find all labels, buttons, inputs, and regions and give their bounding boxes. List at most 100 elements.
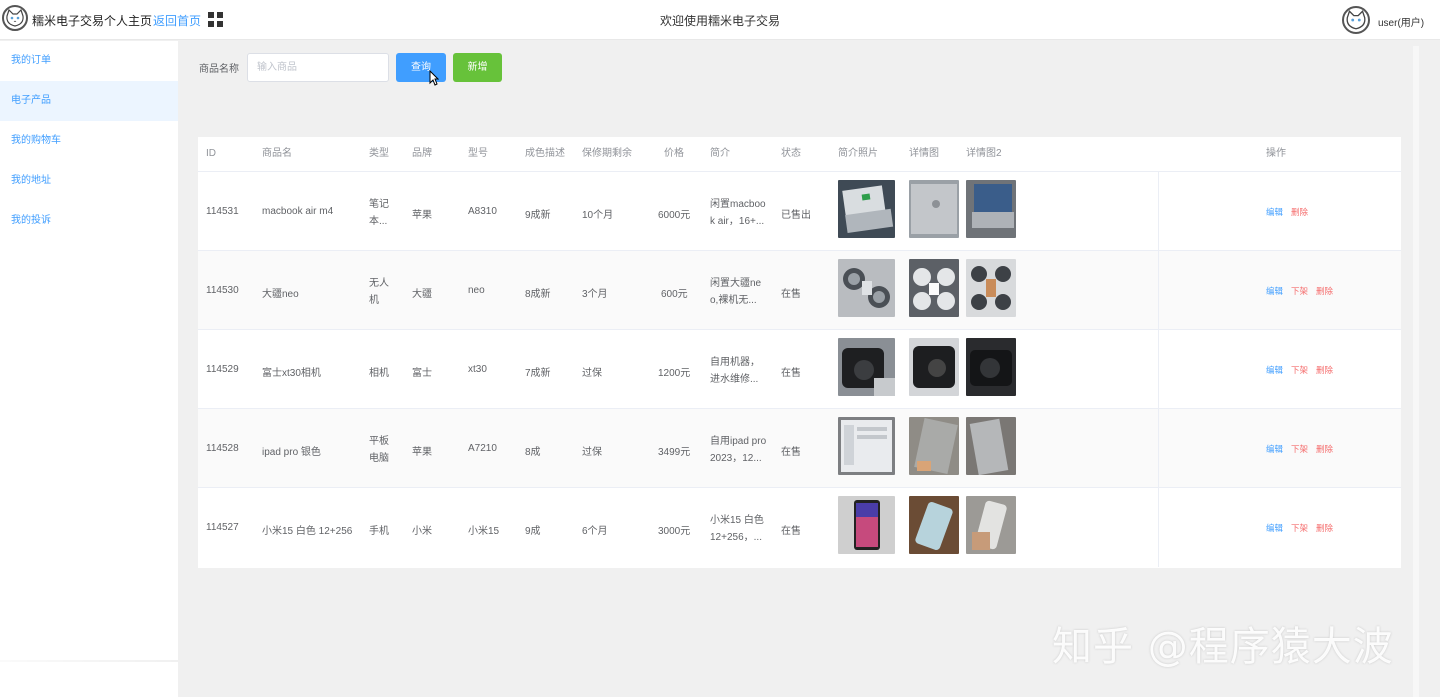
product-photo[interactable] (838, 417, 895, 475)
detail2-photo[interactable] (966, 180, 1016, 238)
off-shelf-link[interactable]: 下架 (1291, 285, 1308, 297)
sidebar-item-orders[interactable]: 我的订单 (0, 41, 178, 81)
cell-intro: 小米15 白色 12+256，... (710, 515, 764, 543)
cell-id: 114530 (206, 285, 239, 296)
cell-id: 114528 (206, 443, 239, 454)
header-name: 商品名 (262, 148, 292, 159)
off-shelf-link[interactable]: 下架 (1291, 443, 1308, 455)
edit-link[interactable]: 编辑 (1266, 443, 1283, 455)
header-model: 型号 (468, 148, 488, 159)
cell-condition: 8成新 (525, 289, 551, 300)
cell-type: 手机 (369, 526, 389, 537)
detail2-photo[interactable] (966, 338, 1016, 396)
cell-name: macbook air m4 (262, 206, 334, 217)
header-detail: 详情图 (909, 148, 939, 159)
search-label: 商品名称 (199, 64, 239, 75)
cell-model: A7210 (468, 443, 497, 454)
watermark: 知乎 @程序猿大波 (1052, 624, 1394, 670)
sidebar-item-address[interactable]: 我的地址 (0, 161, 178, 201)
cell-intro: 自用机器， 进水维修... (710, 357, 760, 385)
cell-status: 在售 (781, 526, 801, 537)
cell-condition: 9成 (525, 526, 541, 537)
cell-brand: 苹果 (412, 210, 432, 221)
cell-status: 已售出 (781, 210, 811, 221)
delete-link[interactable]: 删除 (1291, 206, 1308, 218)
cell-brand: 小米 (412, 526, 432, 537)
table-row: 114528 ipad pro 银色 平板 电脑 苹果 A7210 8成 过保 3… (198, 408, 1401, 488)
sidebar-item-electronics[interactable]: 电子产品 (0, 81, 178, 121)
edit-link[interactable]: 编辑 (1266, 522, 1283, 534)
header-ops: 操作 (1266, 148, 1286, 159)
cell-brand: 大疆 (412, 289, 432, 300)
detail2-photo[interactable] (966, 259, 1016, 317)
table-row: 114527 小米15 白色 12+256 手机 小米 小米15 9成 6个月 … (198, 487, 1401, 567)
add-button[interactable]: 新增 (453, 53, 502, 82)
cell-intro: 闲置macboo k air，16+... (710, 199, 766, 227)
detail-photo[interactable] (909, 338, 959, 396)
detail2-photo[interactable] (966, 417, 1016, 475)
cell-intro: 自用ipad pro 2023，12... (710, 436, 767, 464)
cell-name: 富士xt30相机 (262, 368, 321, 379)
table-row: 114531 macbook air m4 笔记 本... 苹果 A8310 9成… (198, 171, 1401, 251)
header-id: ID (206, 148, 216, 159)
user-avatar-icon[interactable] (1342, 6, 1370, 34)
sidebar-item-cart[interactable]: 我的购物车 (0, 121, 178, 161)
detail-photo[interactable] (909, 259, 959, 317)
cell-warranty: 过保 (582, 368, 602, 379)
product-photo[interactable] (838, 259, 895, 317)
sidebar-item-complaints[interactable]: 我的投诉 (0, 201, 178, 241)
cell-status: 在售 (781, 289, 801, 300)
cell-name: 大疆neo (262, 289, 299, 300)
welcome-text: 欢迎使用糯米电子交易 (659, 14, 780, 28)
cell-model: neo (468, 285, 485, 296)
cell-condition: 9成新 (525, 210, 551, 221)
product-photo[interactable] (838, 338, 895, 396)
search-input[interactable] (247, 53, 389, 82)
cell-type: 无人机 (369, 278, 389, 306)
detail2-photo[interactable] (966, 496, 1016, 554)
header-detail2: 详情图2 (966, 148, 1002, 159)
header-brand: 品牌 (412, 148, 432, 159)
detail-photo[interactable] (909, 496, 959, 554)
off-shelf-link[interactable]: 下架 (1291, 364, 1308, 376)
cell-model: xt30 (468, 364, 487, 375)
cell-warranty: 过保 (582, 447, 602, 458)
detail-photo[interactable] (909, 180, 959, 238)
header-type: 类型 (369, 148, 389, 159)
table-row: 114530 大疆neo 无人机 大疆 neo 8成新 3个月 600元 闲置大… (198, 250, 1401, 330)
product-photo[interactable] (838, 180, 895, 238)
off-shelf-link[interactable]: 下架 (1291, 522, 1308, 534)
cell-condition: 8成 (525, 447, 541, 458)
edit-link[interactable]: 编辑 (1266, 364, 1283, 376)
product-table: ID 商品名 类型 品牌 型号 成色描述 保修期剩余 价格 简介 状态 简介照片… (198, 137, 1401, 568)
user-name[interactable]: user(用户) (1378, 14, 1424, 29)
cell-model: A8310 (468, 206, 497, 217)
cell-id: 114527 (206, 522, 239, 533)
cell-price: 3000元 (658, 526, 691, 537)
cell-status: 在售 (781, 368, 801, 379)
cell-condition: 7成新 (525, 368, 551, 379)
cell-price: 6000元 (658, 210, 691, 221)
cell-type: 平板 电脑 (369, 436, 389, 464)
product-photo[interactable] (838, 496, 895, 554)
cell-price: 600元 (661, 289, 688, 300)
scrollbar[interactable] (1413, 46, 1419, 697)
cell-model: 小米15 (468, 526, 500, 537)
edit-link[interactable]: 编辑 (1266, 285, 1283, 297)
cell-type: 笔记 本... (369, 199, 389, 227)
edit-link[interactable]: 编辑 (1266, 206, 1283, 218)
detail-photo[interactable] (909, 417, 959, 475)
cell-brand: 富士 (412, 368, 432, 379)
delete-link[interactable]: 删除 (1316, 285, 1333, 297)
sidebar: 我的订单 电子产品 我的购物车 我的地址 我的投诉 (0, 41, 178, 697)
mouse-cursor-icon (429, 69, 440, 86)
cell-name: 小米15 白色 12+256 (262, 526, 353, 537)
cell-name: ipad pro 银色 (262, 447, 321, 458)
delete-link[interactable]: 删除 (1316, 364, 1333, 376)
delete-link[interactable]: 删除 (1316, 522, 1333, 534)
table-row: 114529 富士xt30相机 相机 富士 xt30 7成新 过保 1200元 … (198, 329, 1401, 409)
delete-link[interactable]: 删除 (1316, 443, 1333, 455)
header-intro: 简介 (710, 148, 730, 159)
header-intro-photo: 简介照片 (838, 148, 878, 159)
cell-warranty: 10个月 (582, 210, 614, 221)
